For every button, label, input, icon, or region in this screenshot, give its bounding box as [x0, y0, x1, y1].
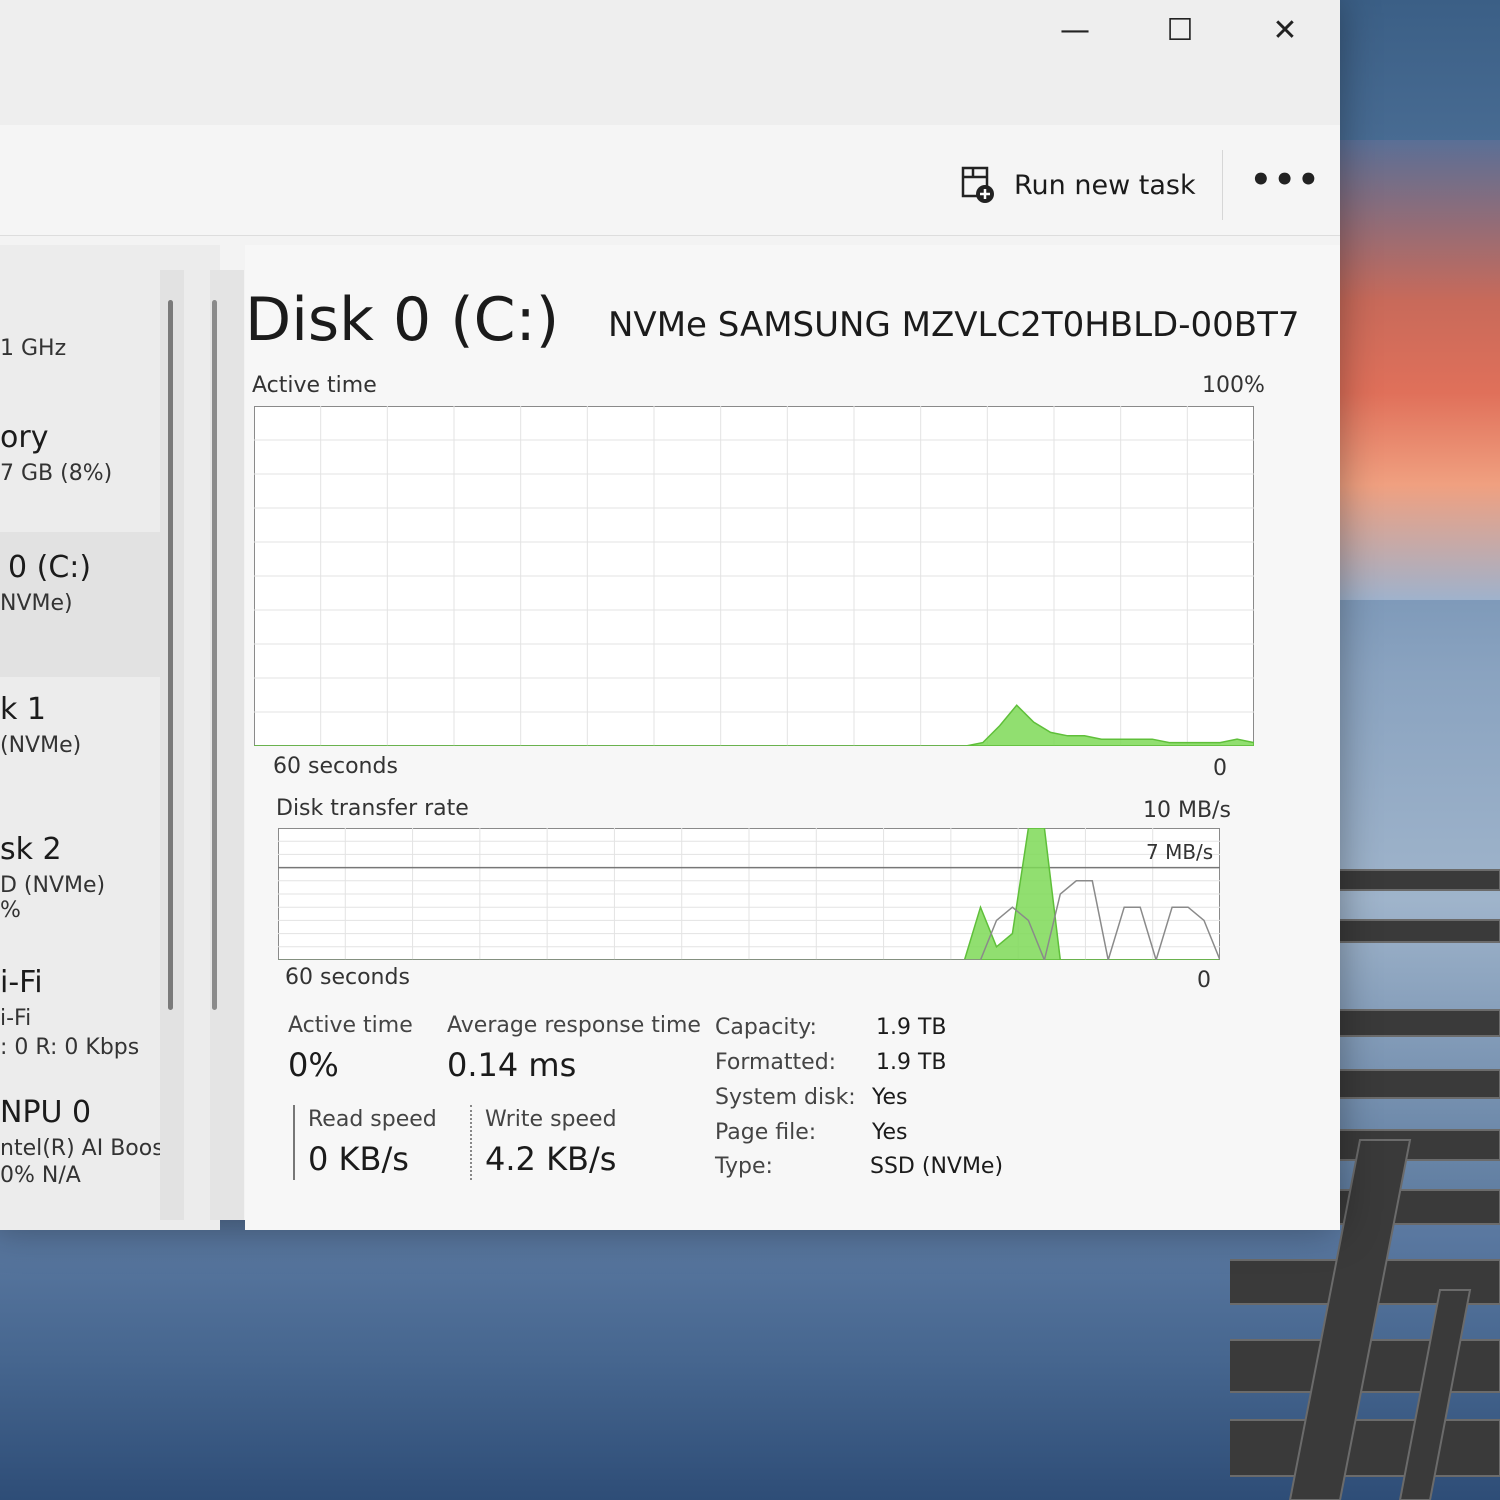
sidebar-splitter[interactable] — [212, 300, 217, 1010]
avg-response-value: 0.14 ms — [447, 1046, 577, 1084]
minimize-button[interactable]: — — [1035, 0, 1115, 60]
disk-model: NVMe SAMSUNG MZVLC2T0HBLD-00BT7 — [608, 305, 1300, 345]
sidebar-item-sub: 1 GHz — [0, 336, 67, 361]
run-task-icon — [961, 166, 994, 203]
sidebar-item-memory[interactable]: ory 7 GB (8%) — [0, 420, 160, 486]
system-disk-value: Yes — [872, 1085, 908, 1110]
sidebar-item-sub: ntel(R) AI Boost — [0, 1136, 173, 1161]
sidebar-item-sub2: : 0 R: 0 Kbps — [0, 1035, 140, 1060]
sidebar-item-title: ory — [0, 420, 49, 455]
transfer-chart-time-left: 60 seconds — [285, 965, 410, 990]
transfer-chart-max: 10 MB/s — [1143, 798, 1231, 823]
disk-transfer-chart — [278, 828, 1220, 960]
sidebar-item-title: sk 2 — [0, 832, 62, 867]
capacity-label: Capacity: — [715, 1015, 817, 1040]
page-file-label: Page file: — [715, 1120, 817, 1145]
active-chart-time-left: 60 seconds — [273, 754, 398, 779]
transfer-chart-ref: 7 MB/s — [1146, 840, 1214, 864]
avg-response-label: Average response time — [447, 1013, 701, 1038]
capacity-value: 1.9 TB — [876, 1015, 947, 1040]
sidebar-item-title: 0 (C:) — [8, 550, 92, 585]
sidebar-item-sub: i-Fi — [0, 1006, 32, 1031]
system-disk-label: System disk: — [715, 1085, 856, 1110]
sidebar-item-sub2: 0% N/A — [0, 1163, 81, 1188]
formatted-label: Formatted: — [715, 1050, 837, 1075]
type-label: Type: — [715, 1154, 773, 1179]
transfer-chart-label: Disk transfer rate — [276, 796, 469, 821]
sidebar-item-cpu[interactable]: 1 GHz — [0, 330, 160, 361]
read-speed-value: 0 KB/s — [308, 1140, 409, 1178]
page-file-value: Yes — [872, 1120, 908, 1145]
sidebar-item-npu[interactable]: NPU 0 ntel(R) AI Boost 0% N/A — [0, 1095, 173, 1188]
write-speed-bar — [470, 1105, 472, 1180]
write-speed-label: Write speed — [485, 1107, 617, 1132]
close-button[interactable]: ✕ — [1245, 0, 1325, 60]
sidebar-item-disk2[interactable]: sk 2 D (NVMe) % — [0, 832, 160, 923]
active-time-chart — [254, 406, 1254, 746]
sidebar-item-sub: 7 GB (8%) — [0, 461, 113, 486]
transfer-chart-time-right: 0 — [1197, 968, 1211, 993]
type-value: SSD (NVMe) — [870, 1154, 1004, 1179]
active-chart-label: Active time — [252, 373, 377, 398]
formatted-value: 1.9 TB — [876, 1050, 947, 1075]
read-speed-bar — [293, 1105, 295, 1180]
more-options-button[interactable]: ••• — [1250, 160, 1321, 200]
sidebar-item-title: i-Fi — [0, 965, 43, 1000]
maximize-button[interactable]: ☐ — [1140, 0, 1220, 60]
write-speed-value: 4.2 KB/s — [485, 1140, 617, 1178]
title-bar — [0, 0, 1340, 126]
sidebar-item-sub2: % — [0, 898, 21, 923]
sidebar-item-sub: (NVMe) — [0, 733, 82, 758]
active-chart-max: 100% — [1202, 373, 1265, 398]
sidebar-item-title: NPU 0 — [0, 1095, 92, 1130]
sidebar-scrollbar[interactable] — [168, 300, 173, 1010]
read-speed-label: Read speed — [308, 1107, 437, 1132]
sidebar-item-disk0[interactable]: 0 (C:) NVMe) — [0, 532, 170, 677]
run-new-task-label: Run new task — [1014, 169, 1196, 201]
sidebar-item-title: k 1 — [0, 692, 46, 727]
sidebar-item-sub: D (NVMe) — [0, 873, 106, 898]
run-new-task-button[interactable]: Run new task — [960, 160, 1196, 210]
sidebar-item-disk1[interactable]: k 1 (NVMe) — [0, 692, 160, 758]
sidebar-item-wifi[interactable]: i-Fi i-Fi : 0 R: 0 Kbps — [0, 965, 160, 1060]
toolbar-divider — [1222, 150, 1223, 220]
active-time-value: 0% — [288, 1046, 339, 1084]
page-title: Disk 0 (C:) — [245, 285, 560, 355]
active-chart-time-right: 0 — [1213, 756, 1227, 781]
active-time-label: Active time — [288, 1013, 413, 1038]
sidebar-item-sub: NVMe) — [0, 591, 73, 616]
